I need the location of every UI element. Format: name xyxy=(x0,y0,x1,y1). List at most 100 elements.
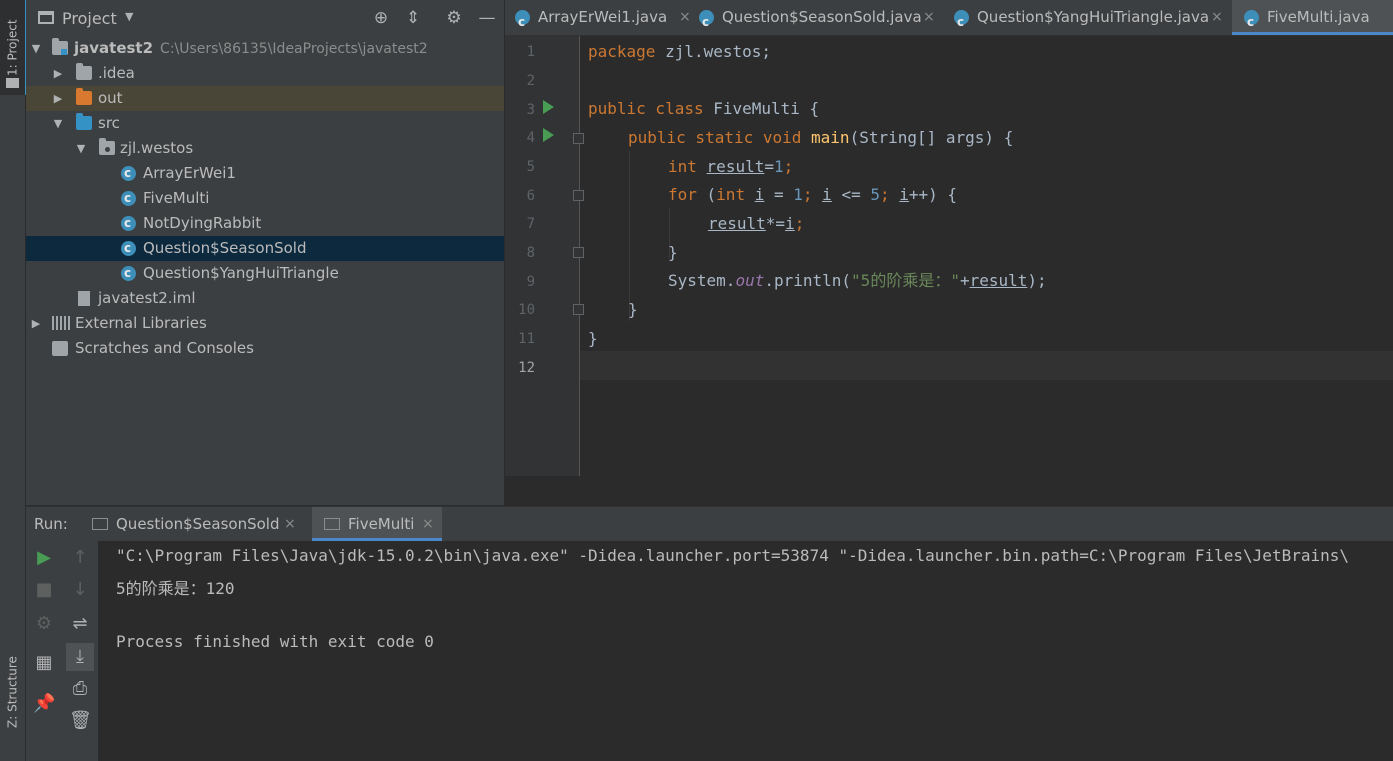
tree-item-class-selected[interactable]: Question$SeasonSold xyxy=(26,236,504,261)
collapse-all-icon[interactable]: ⇕ xyxy=(403,8,423,28)
project-tool-window: Project ▼ ⊕ ⇕ ⚙ — ▼ javatest2 C:\Users\86… xyxy=(26,0,504,505)
tree-item-external-libraries[interactable]: ▶ External Libraries xyxy=(26,311,504,336)
tree-item-class[interactable]: FiveMulti xyxy=(26,186,504,211)
line-number: 2 xyxy=(526,73,535,89)
chevron-right-icon[interactable]: ▶ xyxy=(52,86,64,111)
run-tab-seasonsold[interactable]: Question$SeasonSold × xyxy=(92,507,302,541)
run-label: Run: xyxy=(34,515,68,533)
line-number: 5 xyxy=(526,159,535,175)
scroll-to-end-icon[interactable]: ⤓ xyxy=(66,643,94,671)
code-line-8: } xyxy=(668,243,678,262)
fold-icon[interactable] xyxy=(573,133,584,144)
line-number: 1 xyxy=(526,44,535,60)
line-number: 11 xyxy=(518,331,535,347)
tree-item-iml[interactable]: javatest2.iml xyxy=(26,286,504,311)
tree-item-label: .idea xyxy=(98,64,135,82)
fold-icon[interactable] xyxy=(573,190,584,201)
arrow-down-icon[interactable]: ↓ xyxy=(69,579,91,601)
fold-icon[interactable] xyxy=(573,304,584,315)
line-number: 4 xyxy=(526,130,535,146)
java-class-icon xyxy=(954,5,969,40)
editor-tab-arrayerwei1[interactable]: ArrayErWei1.java × xyxy=(515,0,691,40)
current-line-highlight xyxy=(580,351,1393,380)
tree-item-javatest2[interactable]: ▼ javatest2 C:\Users\86135\IdeaProjects\j… xyxy=(26,36,504,61)
locate-icon[interactable]: ⊕ xyxy=(371,8,391,28)
editor-tab-seasonsold[interactable]: Question$SeasonSold.java × xyxy=(699,0,939,40)
editor-tab-fivemulti[interactable]: FiveMulti.java xyxy=(1232,0,1393,40)
tool-window-tab-structure[interactable]: Z: Structure xyxy=(0,640,25,745)
fold-icon[interactable] xyxy=(573,247,584,258)
code-line-9: System.out.println("5的阶乘是："+result); xyxy=(668,271,1047,290)
console-icon xyxy=(324,518,340,530)
close-icon[interactable]: × xyxy=(679,0,691,35)
tree-item-label: Question$SeasonSold xyxy=(143,239,307,257)
editor-tab-bar: ArrayErWei1.java × Question$SeasonSold.j… xyxy=(505,0,1393,40)
console-line: Process finished with exit code 0 xyxy=(116,632,434,651)
tree-item-class[interactable]: Question$YangHuiTriangle xyxy=(26,261,504,286)
close-icon[interactable]: × xyxy=(1211,0,1223,35)
libraries-icon xyxy=(52,316,70,330)
chevron-down-icon[interactable]: ▼ xyxy=(30,36,42,61)
layout-icon[interactable]: ▦ xyxy=(33,652,55,674)
code-line-3: public class FiveMulti { xyxy=(588,99,820,118)
chevron-down-icon[interactable]: ▼ xyxy=(75,136,87,161)
chevron-down-icon[interactable]: ▼ xyxy=(125,10,133,23)
rerun-icon[interactable]: ▶ xyxy=(33,547,55,569)
tree-item-label: FiveMulti xyxy=(143,189,210,207)
tree-item-label: out xyxy=(98,89,123,107)
tree-item-package[interactable]: ▼ zjl.westos xyxy=(26,136,504,161)
close-icon[interactable]: × xyxy=(923,0,935,35)
chevron-right-icon[interactable]: ▶ xyxy=(30,311,42,336)
line-number: 6 xyxy=(526,188,535,204)
soft-wrap-icon[interactable]: ⇌ xyxy=(69,613,91,635)
gear-icon[interactable]: ⚙ xyxy=(444,8,464,28)
editor-tab-yanghuitriangle[interactable]: Question$YangHuiTriangle.java × xyxy=(954,0,1226,40)
console-output[interactable]: "C:\Program Files\Java\jdk-15.0.2\bin\ja… xyxy=(98,541,1393,761)
package-dot-icon xyxy=(105,147,110,152)
hide-panel-icon[interactable]: — xyxy=(477,8,497,28)
project-path: C:\Users\86135\IdeaProjects\javatest2 xyxy=(160,41,428,57)
pin-icon[interactable]: 📌 xyxy=(33,693,55,715)
run-class-icon[interactable] xyxy=(543,100,554,114)
stop-icon[interactable]: ■ xyxy=(33,579,55,601)
line-number: 9 xyxy=(526,274,535,290)
code-line-6: for (int i = 1; i <= 5; i++) { xyxy=(668,185,958,204)
tree-item-label: NotDyingRabbit xyxy=(143,214,262,232)
run-tab-fivemulti[interactable]: FiveMulti × xyxy=(312,507,442,541)
tree-item-src[interactable]: ▼ src xyxy=(26,111,504,136)
tab-label: Question$YangHuiTriangle.java xyxy=(977,8,1210,26)
tree-item-label: src xyxy=(98,114,120,132)
code-line-1: package zjl.westos; xyxy=(588,42,772,61)
trash-icon[interactable]: 🗑 xyxy=(69,710,92,732)
left-tool-strip: 1: Project Z: Structure xyxy=(0,0,27,761)
project-panel-header: Project ▼ ⊕ ⇕ ⚙ — xyxy=(26,0,504,36)
arrow-up-icon[interactable]: ↑ xyxy=(69,547,91,569)
tree-item-label: Question$YangHuiTriangle xyxy=(143,264,339,282)
settings-icon[interactable]: ⚙ xyxy=(33,613,55,635)
module-badge-icon xyxy=(61,49,67,55)
java-class-icon xyxy=(699,5,714,40)
iml-file-icon xyxy=(78,291,90,306)
chevron-right-icon[interactable]: ▶ xyxy=(52,61,64,86)
close-icon[interactable]: × xyxy=(284,507,296,541)
tree-item-scratches[interactable]: Scratches and Consoles xyxy=(26,336,504,361)
project-view-title[interactable]: Project xyxy=(62,9,117,28)
tree-item-class[interactable]: NotDyingRabbit xyxy=(26,211,504,236)
editor-gutter: 1 2 3 4 5 6 7 8 9 10 11 12 xyxy=(505,36,584,476)
run-main-icon[interactable] xyxy=(543,128,554,142)
tree-item-label: Scratches and Consoles xyxy=(75,339,254,357)
close-icon[interactable]: × xyxy=(422,507,434,541)
chevron-down-icon[interactable]: ▼ xyxy=(52,111,64,136)
tab-label: Question$SeasonSold.java xyxy=(722,8,922,26)
code-editor[interactable]: 1 2 3 4 5 6 7 8 9 10 11 12 package zjl.w… xyxy=(505,36,1393,505)
print-icon[interactable]: ⎙ xyxy=(69,678,91,700)
java-class-icon xyxy=(121,211,136,236)
tab-label: FiveMulti.java xyxy=(1267,8,1370,26)
tree-item-class[interactable]: ArrayErWei1 xyxy=(26,161,504,186)
tree-item-out[interactable]: ▶ out xyxy=(26,86,504,111)
line-number-current: 12 xyxy=(518,360,535,376)
run-tab-label: Question$SeasonSold xyxy=(116,515,280,533)
tree-item-idea[interactable]: ▶ .idea xyxy=(26,61,504,86)
java-class-icon xyxy=(121,161,136,186)
tab-label: ArrayErWei1.java xyxy=(538,8,668,26)
